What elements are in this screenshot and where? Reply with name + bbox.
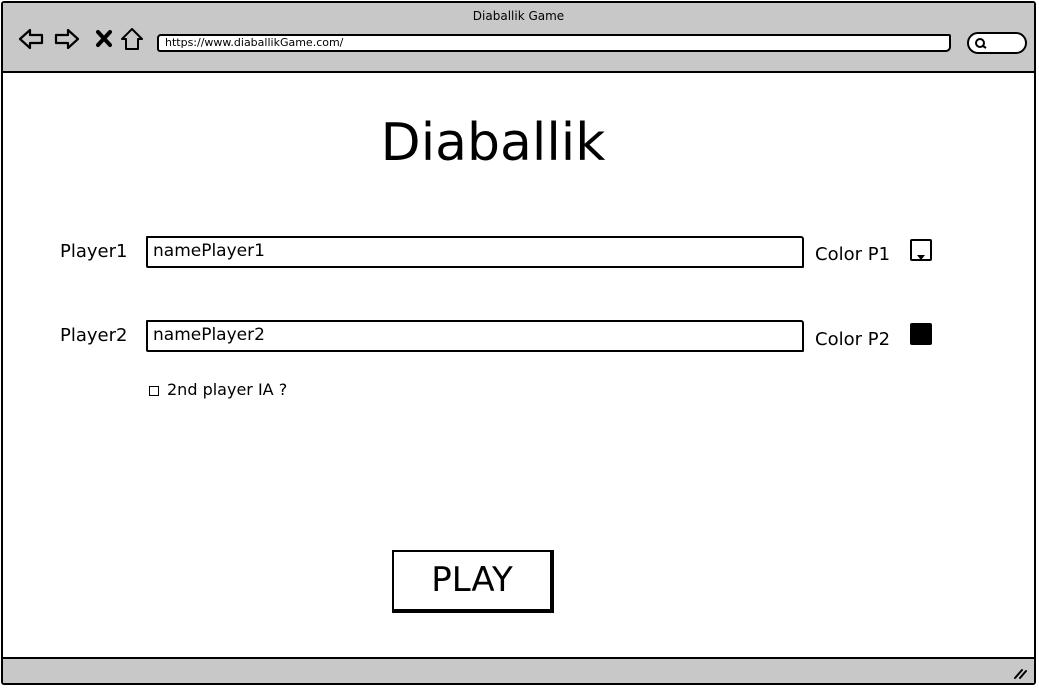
play-button[interactable]: PLAY — [392, 550, 554, 613]
ai-option-row: 2nd player IA ? — [149, 380, 287, 400]
resize-grip-icon[interactable] — [1012, 664, 1028, 680]
search-button[interactable] — [967, 32, 1027, 54]
player2-name-input[interactable]: namePlayer2 — [146, 320, 804, 352]
address-bar[interactable]: https://www.diaballikGame.com/ — [157, 34, 951, 52]
chevron-down-icon — [917, 339, 925, 344]
color-p1-label: Color P1 — [815, 244, 891, 265]
page-title: Diaballik — [380, 113, 606, 173]
search-icon — [975, 38, 987, 49]
page-content: Diaballik Player1 namePlayer1 Color P1 P… — [3, 73, 1034, 657]
browser-window: Diaballik Game https://www.diaballikGame… — [1, 1, 1036, 685]
player2-label: Player2 — [60, 325, 128, 346]
status-bar — [3, 657, 1034, 683]
browser-toolbar: Diaballik Game https://www.diaballikGame… — [3, 3, 1034, 73]
close-icon[interactable] — [91, 25, 119, 53]
home-icon[interactable] — [118, 25, 146, 53]
color-p2-label: Color P2 — [815, 329, 891, 350]
player1-label: Player1 — [60, 241, 128, 262]
color-p1-picker[interactable] — [910, 239, 932, 261]
window-title: Diaballik Game — [472, 9, 565, 23]
player1-name-input[interactable]: namePlayer1 — [146, 236, 804, 268]
color-p2-picker[interactable] — [910, 323, 932, 345]
arrow-left-icon[interactable] — [17, 25, 45, 53]
ai-checkbox[interactable] — [149, 386, 159, 396]
chevron-down-icon — [917, 255, 925, 260]
arrow-right-icon[interactable] — [53, 25, 81, 53]
ai-checkbox-label: 2nd player IA ? — [167, 380, 288, 399]
